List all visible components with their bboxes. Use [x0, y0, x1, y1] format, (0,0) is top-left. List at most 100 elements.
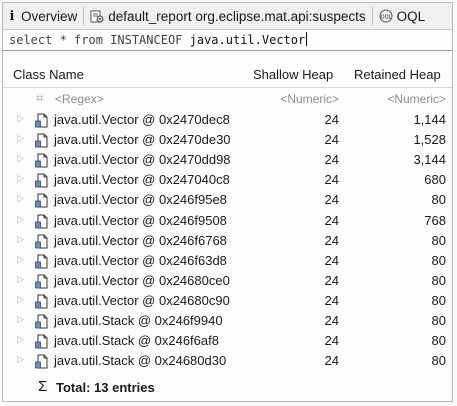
- class-name-cell: java.util.Stack @ 0x246f9940: [54, 313, 223, 328]
- retained-heap-cell: 80: [431, 272, 446, 288]
- shallow-heap-cell: 24: [324, 132, 339, 148]
- shallow-heap-cell: 24: [324, 292, 339, 308]
- query-class-name: java.util.Vector: [189, 33, 306, 47]
- tab-oql[interactable]: OQL OQL: [375, 3, 430, 29]
- object-icon: [35, 173, 49, 191]
- retained-heap-cell: 1,528: [413, 132, 446, 148]
- filter-row: ⌗ <Regex> <Numeric> <Numeric>: [3, 89, 452, 109]
- total-entries-label: Total: 13 entries: [56, 380, 155, 395]
- class-name-cell: java.util.Vector @ 0x246f63d8: [54, 252, 227, 268]
- retained-heap-cell: 1,144: [413, 112, 446, 127]
- tab-overview-label: Overview: [21, 8, 78, 24]
- class-name-cell: java.util.Vector @ 0x246f6768: [54, 232, 227, 248]
- table-row[interactable]: ▷ java.util.Vector @ 0x247040c8 24 680: [3, 170, 452, 190]
- column-header-shallow-heap[interactable]: Shallow Heap: [253, 67, 333, 82]
- regex-filter-input[interactable]: <Regex>: [55, 92, 104, 106]
- table-row[interactable]: ▷ java.util.Stack @ 0x246f6af8 24 80: [3, 331, 452, 351]
- expand-arrow-icon[interactable]: ▷: [17, 214, 24, 225]
- class-name-cell: java.util.Stack @ 0x246f6af8: [54, 333, 219, 349]
- object-icon: [35, 254, 49, 272]
- retained-heap-cell: 768: [424, 212, 446, 228]
- tab-separator: [83, 7, 85, 25]
- expand-arrow-icon[interactable]: ▷: [17, 133, 24, 144]
- oql-query-input[interactable]: select * from INSTANCEOF java.util.Vecto…: [3, 30, 452, 50]
- table-row[interactable]: ▷ java.util.Stack @ 0x246f9940 24 80: [3, 311, 452, 331]
- column-header-class-name[interactable]: Class Name: [13, 67, 84, 82]
- shallow-heap-cell: 24: [324, 353, 339, 369]
- object-icon: [35, 294, 49, 312]
- object-icon: [35, 274, 49, 292]
- retained-heap-cell: 80: [431, 313, 446, 328]
- expand-arrow-icon[interactable]: ▷: [17, 234, 24, 245]
- class-name-cell: java.util.Stack @ 0x24680d30: [54, 353, 227, 369]
- total-row: Σ Total: 13 entries: [3, 377, 452, 399]
- expand-arrow-icon[interactable]: ▷: [17, 173, 24, 184]
- sum-icon: Σ: [38, 378, 48, 395]
- table-row[interactable]: ▷ java.util.Vector @ 0x24680c90 24 80: [3, 291, 452, 311]
- object-icon: [35, 214, 49, 232]
- text-caret: [306, 32, 308, 46]
- class-name-cell: java.util.Vector @ 0x2470dec8: [54, 112, 230, 127]
- table-row[interactable]: ▷ java.util.Vector @ 0x24680ce0 24 80: [3, 271, 452, 291]
- table-row[interactable]: ▷ java.util.Vector @ 0x2470dd98 24 3,144: [3, 150, 452, 170]
- shallow-heap-cell: 24: [324, 112, 339, 127]
- retained-heap-cell: 80: [431, 353, 446, 369]
- class-name-cell: java.util.Vector @ 0x24680c90: [54, 292, 230, 308]
- shallow-heap-cell: 24: [324, 152, 339, 168]
- oql-editor-window: i Overview default_report org.eclipse.ma…: [2, 2, 453, 402]
- tab-default-report[interactable]: default_report org.eclipse.mat.api:suspe…: [86, 3, 369, 29]
- object-icon: [35, 133, 49, 151]
- table-row[interactable]: ▷ java.util.Vector @ 0x246f6768 24 80: [3, 231, 452, 251]
- expand-arrow-icon[interactable]: ▷: [17, 294, 24, 305]
- expand-arrow-icon[interactable]: ▷: [17, 334, 24, 345]
- object-icon: [35, 314, 49, 332]
- tab-default-report-label: default_report org.eclipse.mat.api:suspe…: [108, 8, 366, 24]
- table-row[interactable]: ▷ java.util.Stack @ 0x24680d30 24 80: [3, 351, 452, 371]
- shallow-heap-cell: 24: [324, 313, 339, 328]
- retained-heap-cell: 80: [431, 333, 446, 349]
- expand-arrow-icon[interactable]: ▷: [17, 314, 24, 325]
- table-row[interactable]: ▷ java.util.Vector @ 0x246f9508 24 768: [3, 211, 452, 231]
- tab-overview[interactable]: i Overview: [3, 3, 81, 29]
- retained-heap-cell: 3,144: [413, 152, 446, 168]
- table-row[interactable]: ▷ java.util.Vector @ 0x2470de30 24 1,528: [3, 130, 452, 150]
- table-header: Class Name Shallow Heap Retained Heap: [3, 61, 452, 88]
- retained-heap-cell: 80: [431, 252, 446, 268]
- expand-arrow-icon[interactable]: ▷: [17, 354, 24, 365]
- retained-heap-cell: 80: [431, 232, 446, 248]
- shallow-heap-cell: 24: [324, 212, 339, 228]
- expand-arrow-icon[interactable]: ▷: [17, 113, 24, 124]
- expand-arrow-icon[interactable]: ▷: [17, 274, 24, 285]
- shallow-heap-filter-input[interactable]: <Numeric>: [280, 92, 339, 106]
- expand-arrow-icon[interactable]: ▷: [17, 153, 24, 164]
- retained-heap-cell: 80: [431, 292, 446, 308]
- column-header-retained-heap[interactable]: Retained Heap: [354, 67, 441, 82]
- editor-tab-bar: i Overview default_report org.eclipse.ma…: [3, 3, 452, 30]
- table-row[interactable]: ▷ java.util.Vector @ 0x246f95e8 24 80: [3, 190, 452, 210]
- table-row[interactable]: ▷ java.util.Vector @ 0x246f63d8 24 80: [3, 251, 452, 271]
- class-name-cell: java.util.Vector @ 0x246f95e8: [54, 192, 227, 208]
- object-icon: [35, 193, 49, 211]
- expand-arrow-icon[interactable]: ▷: [17, 193, 24, 204]
- shallow-heap-cell: 24: [324, 252, 339, 268]
- table-row[interactable]: ▷ java.util.Vector @ 0x2470dec8 24 1,144: [3, 110, 452, 130]
- retained-heap-cell: 680: [424, 172, 446, 188]
- info-icon: i: [9, 8, 15, 24]
- object-icon: [35, 234, 49, 252]
- class-name-cell: java.util.Vector @ 0x24680ce0: [54, 272, 230, 288]
- svg-text:OQL: OQL: [380, 15, 391, 21]
- retained-heap-filter-input[interactable]: <Numeric>: [387, 92, 446, 106]
- object-icon: [35, 354, 49, 372]
- shallow-heap-cell: 24: [324, 172, 339, 188]
- class-name-cell: java.util.Vector @ 0x2470de30: [54, 132, 231, 148]
- object-icon: [35, 334, 49, 352]
- query-divider: [3, 50, 452, 51]
- expand-arrow-icon[interactable]: ▷: [17, 254, 24, 265]
- shallow-heap-cell: 24: [324, 272, 339, 288]
- shallow-heap-cell: 24: [324, 232, 339, 248]
- retained-heap-cell: 80: [431, 192, 446, 208]
- tab-separator: [371, 7, 373, 25]
- oql-icon: OQL: [379, 9, 393, 23]
- filter-icon: ⌗: [36, 90, 44, 105]
- object-icon: [35, 113, 49, 131]
